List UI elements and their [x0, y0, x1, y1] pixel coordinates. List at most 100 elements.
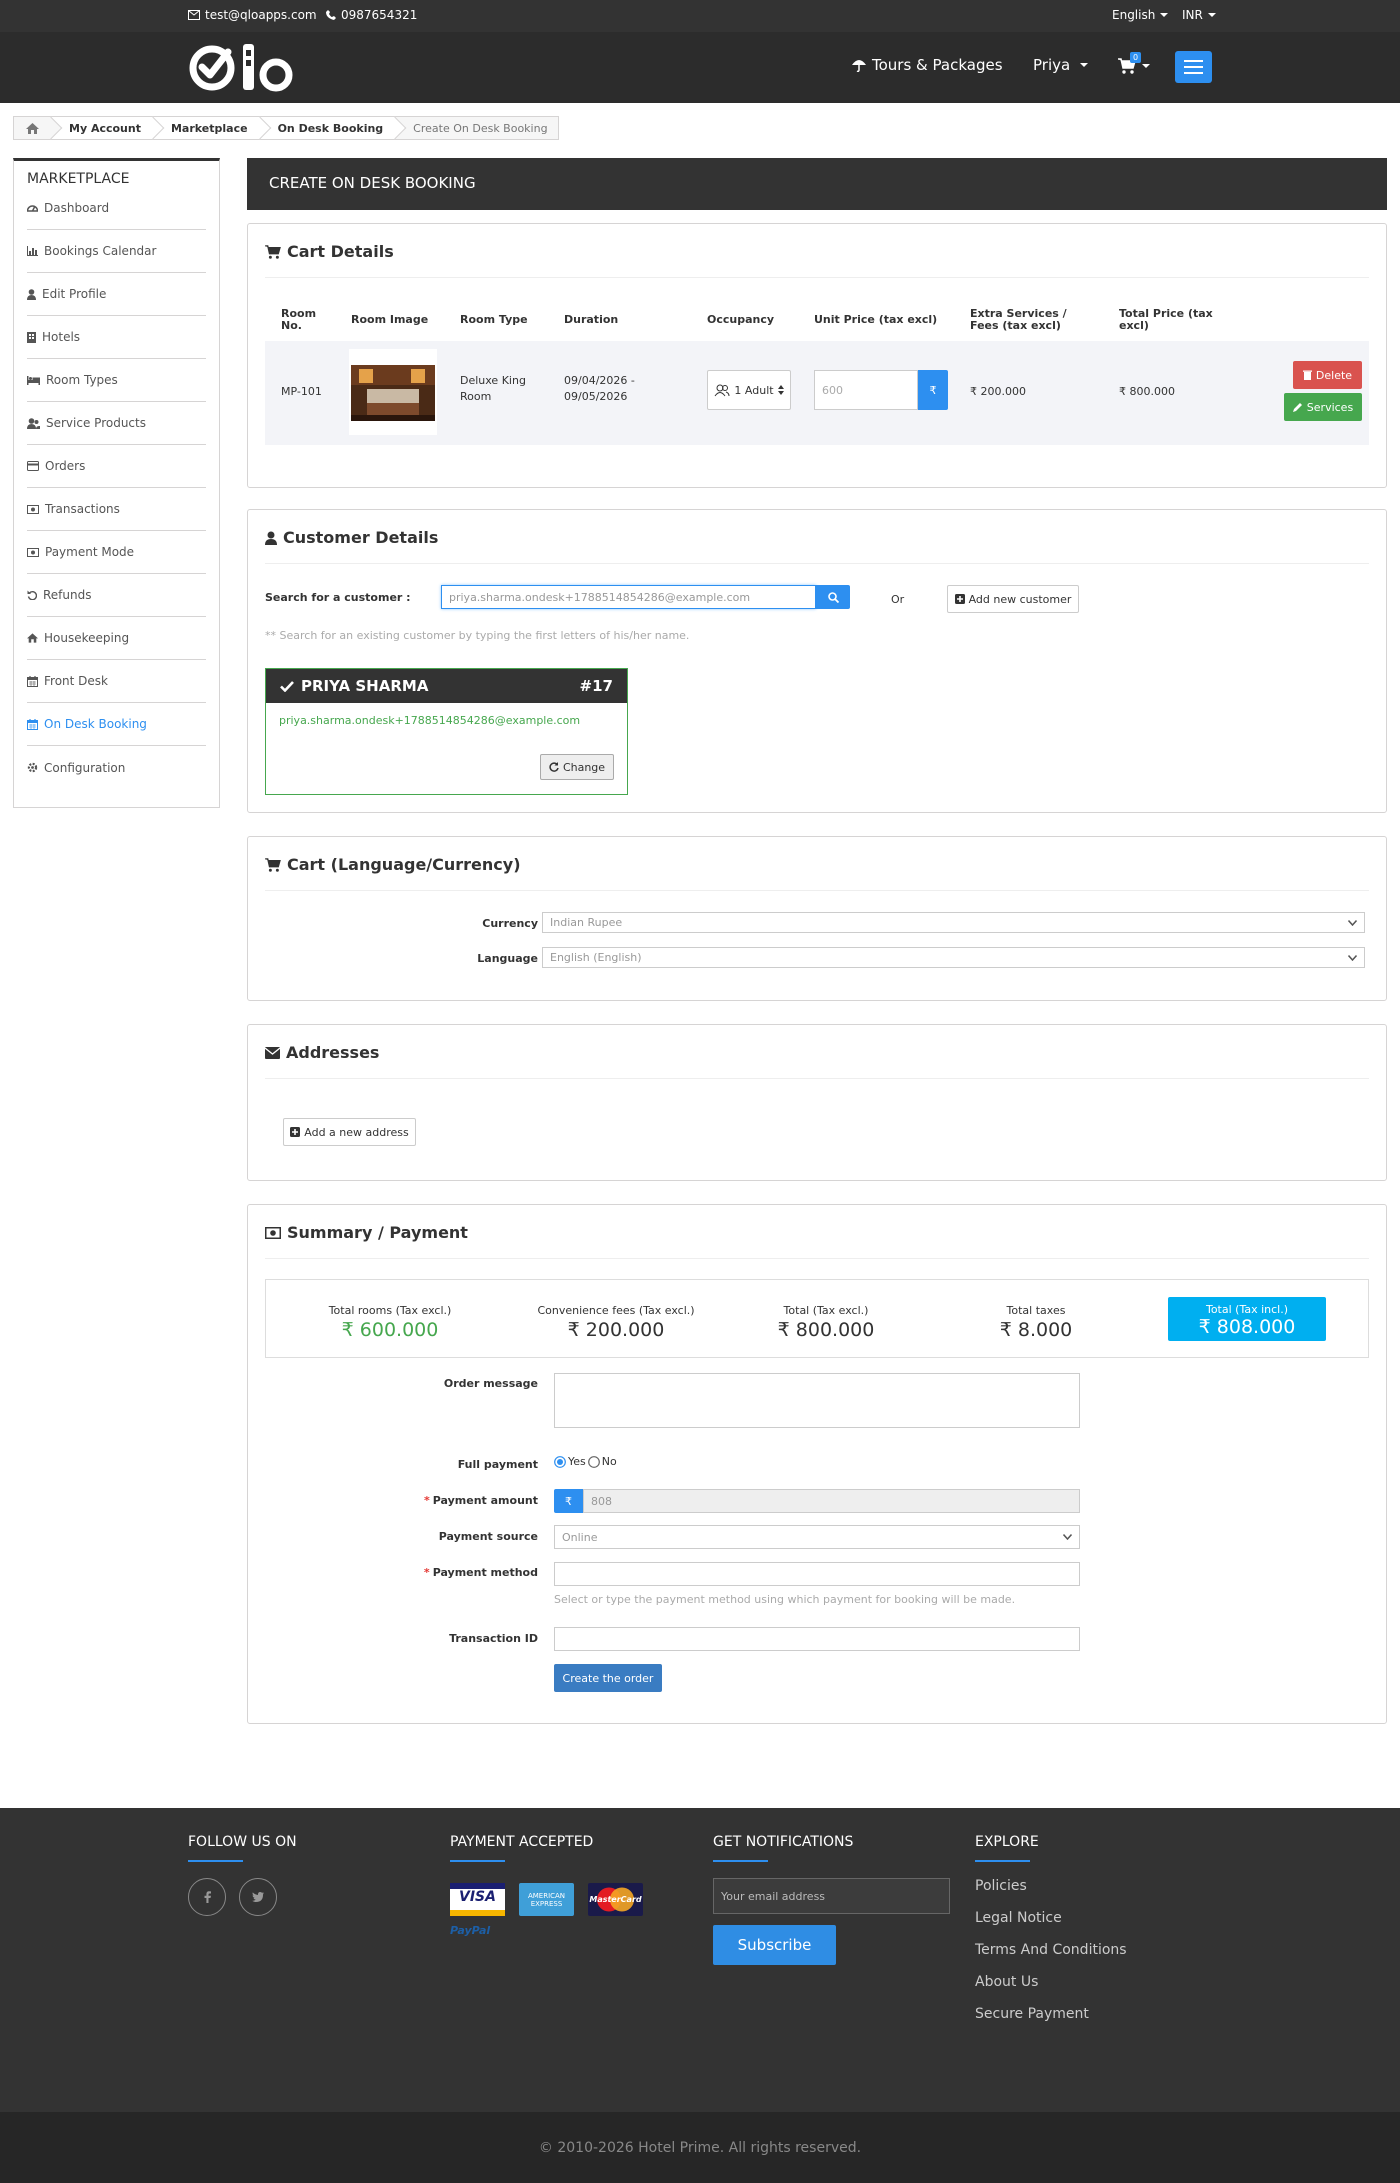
amex-card-icon: AMERICAN EXPRESS [519, 1883, 574, 1916]
col-total-price: Total Price (tax excl) [1119, 307, 1213, 332]
delete-room-button[interactable]: Delete [1293, 361, 1362, 389]
caret-down-icon [1160, 13, 1169, 17]
cart-language-currency-panel: Cart (Language/Currency) Currency Indian… [247, 836, 1387, 1001]
payment-source-select[interactable]: Online [554, 1525, 1080, 1549]
sidebar-item-refunds[interactable]: Refunds [27, 574, 206, 617]
sidebar-item-housekeeping[interactable]: Housekeeping [27, 617, 206, 660]
sidebar-item-configuration[interactable]: Configuration [27, 746, 206, 789]
search-customer-label: Search for a customer : [265, 591, 411, 604]
breadcrumb-my-account[interactable]: My Account [51, 117, 153, 139]
sidebar-item-front-desk[interactable]: Front Desk [27, 660, 206, 703]
sidebar-item-room-types[interactable]: Room Types [27, 359, 206, 402]
building-icon [27, 331, 36, 343]
sidebar-item-bookings-calendar[interactable]: Bookings Calendar [27, 230, 206, 273]
footer-link-about-us[interactable]: About Us [975, 1974, 1038, 1990]
customer-details-heading: Customer Details [265, 528, 438, 547]
sidebar-item-orders[interactable]: Orders [27, 445, 206, 488]
currency-select[interactable]: Indian Rupee [542, 912, 1365, 933]
home-icon [27, 633, 38, 643]
newsletter-email-input[interactable]: Your email address [713, 1878, 950, 1914]
sidebar-item-dashboard[interactable]: Dashboard [27, 187, 206, 230]
full-payment-yes-radio[interactable] [554, 1455, 566, 1468]
visa-card-icon: VISA [450, 1883, 505, 1916]
refresh-icon [549, 762, 559, 772]
shopping-cart-icon [265, 857, 281, 872]
twitter-link[interactable] [239, 1878, 277, 1916]
payment-amount-label: * Payment amount [424, 1494, 538, 1507]
contact-email[interactable]: test@qloapps.com [188, 8, 317, 22]
site-header: Tours & Packages Priya 0 [0, 32, 1400, 103]
cart-count-badge: 0 [1130, 52, 1142, 63]
unit-price-input[interactable]: 600 [814, 370, 918, 410]
site-footer: FOLLOW US ON PAYMENT ACCEPTED VISA AMERI… [0, 1808, 1400, 2112]
create-order-button[interactable]: Create the order [554, 1664, 662, 1692]
sidebar-item-hotels[interactable]: Hotels [27, 316, 206, 359]
language-dropdown[interactable]: English [1112, 8, 1169, 22]
breadcrumb: My Account Marketplace On Desk Booking C… [13, 116, 559, 140]
duration-cell: 09/04/2026 - 09/05/2026 [564, 374, 635, 403]
customer-id: #17 [579, 677, 613, 695]
customer-name: PRIYA SHARMA [301, 677, 429, 695]
envelope-icon [265, 1046, 280, 1059]
sidebar-item-payment-mode[interactable]: Payment Mode [27, 531, 206, 574]
add-new-customer-button[interactable]: Add new customer [947, 585, 1079, 613]
payment-source-label: Payment source [438, 1530, 538, 1543]
payment-method-label: * Payment method [423, 1566, 538, 1579]
currency-label: INR [1182, 8, 1203, 22]
customer-search-button[interactable] [816, 585, 850, 609]
sidebar-title: MARKETPLACE [27, 171, 130, 187]
order-message-textarea[interactable] [554, 1373, 1080, 1428]
col-room-image: Room Image [351, 313, 429, 326]
transaction-id-label: Transaction ID [449, 1632, 538, 1645]
paypal-icon: PayPal [450, 1924, 491, 1937]
sidebar-item-label: Front Desk [44, 674, 108, 688]
currency-dropdown[interactable]: INR [1182, 8, 1216, 22]
facebook-link[interactable] [188, 1878, 226, 1916]
breadcrumb-on-desk-booking[interactable]: On Desk Booking [260, 117, 396, 139]
sort-icon [777, 385, 784, 395]
footer-link-legal-notice[interactable]: Legal Notice [975, 1910, 1062, 1926]
order-message-label: Order message [443, 1377, 538, 1390]
footer-link-policies[interactable]: Policies [975, 1878, 1027, 1894]
cart-button[interactable]: 0 [1118, 52, 1150, 74]
chevron-down-icon [1348, 919, 1357, 926]
add-address-button[interactable]: Add a new address [283, 1118, 416, 1146]
payment-amount-input[interactable]: 808 [583, 1489, 1080, 1513]
gear-icon [27, 762, 38, 773]
user-name: Priya [1033, 56, 1071, 74]
contact-phone-text: 0987654321 [341, 8, 418, 22]
contact-email-text: test@qloapps.com [205, 8, 317, 22]
user-icon [27, 288, 36, 300]
customer-search-hint: ** Search for an existing customer by ty… [265, 629, 690, 642]
subscribe-button[interactable]: Subscribe [713, 1925, 836, 1965]
full-payment-no-radio[interactable] [587, 1455, 600, 1468]
sidebar-item-label: On Desk Booking [44, 717, 147, 731]
breadcrumb-home[interactable] [14, 117, 51, 139]
change-customer-button[interactable]: Change [540, 754, 614, 780]
sidebar-item-label: Bookings Calendar [44, 244, 157, 258]
footer-link-secure-payment[interactable]: Secure Payment [975, 2006, 1089, 2022]
sidebar-item-service-products[interactable]: Service Products [27, 402, 206, 445]
addresses-heading: Addresses [265, 1043, 379, 1062]
transaction-id-input[interactable] [554, 1627, 1080, 1651]
sidebar-item-on-desk-booking[interactable]: On Desk Booking [27, 703, 206, 746]
occupancy-dropdown[interactable]: 1 Adult [707, 370, 791, 410]
sidebar-item-edit-profile[interactable]: Edit Profile [27, 273, 206, 316]
services-button[interactable]: Services [1284, 393, 1362, 421]
user-menu[interactable]: Priya [1033, 56, 1089, 74]
breadcrumb-marketplace[interactable]: Marketplace [153, 117, 260, 139]
customer-search-input[interactable]: priya.sharma.ondesk+1788514854286@exampl… [441, 585, 816, 609]
money-icon [265, 1226, 281, 1239]
credit-card-icon [27, 461, 39, 471]
language-label: Language [477, 952, 538, 965]
yes-label: Yes [568, 1455, 586, 1468]
check-icon [280, 680, 294, 692]
menu-toggle-button[interactable] [1175, 51, 1212, 83]
col-extra-services: Extra Services / Fees (tax excl) [970, 307, 1067, 332]
sidebar-item-transactions[interactable]: Transactions [27, 488, 206, 531]
language-select[interactable]: English (English) [542, 947, 1365, 968]
tours-packages-link[interactable]: Tours & Packages [852, 56, 1003, 74]
payment-method-input[interactable] [554, 1562, 1080, 1586]
qlo-logo[interactable] [188, 42, 296, 94]
footer-link-terms[interactable]: Terms And Conditions [975, 1942, 1127, 1958]
